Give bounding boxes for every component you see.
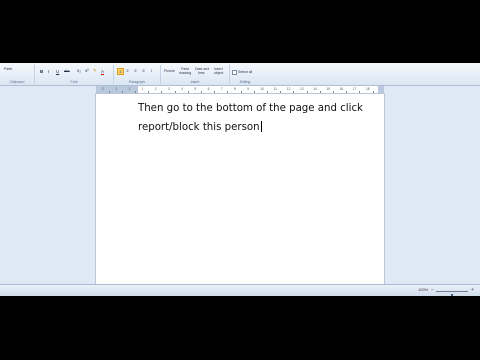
- ruler-tick: [214, 91, 216, 93]
- insert-group-label: Insert: [190, 80, 200, 84]
- wordpad-window: Parth Clipboard B I U abc x₂ x² ✎ A Font…: [0, 63, 480, 296]
- ruler-tick: [332, 91, 334, 93]
- paragraph-group-label: Paragraph: [128, 80, 146, 84]
- ruler-tick: [200, 91, 202, 93]
- ruler-tick: [174, 91, 176, 93]
- ruler-tick: [108, 91, 110, 93]
- ruler-number: 6: [207, 87, 210, 91]
- ruler-tick: [306, 91, 308, 93]
- line-spacing-icon[interactable]: ↕: [149, 68, 154, 73]
- ruler-number: 2: [102, 87, 104, 91]
- ruler-number: 5: [194, 87, 197, 91]
- ruler-tick: [161, 91, 163, 93]
- align-left-icon[interactable]: ≡: [117, 68, 124, 75]
- ruler-tick: [134, 91, 136, 93]
- zoom-slider-thumb[interactable]: [451, 294, 453, 296]
- ruler-number: 9: [247, 87, 249, 91]
- zoom-in-button[interactable]: +: [470, 288, 475, 293]
- ruler-number: 11: [273, 87, 277, 91]
- bold-button[interactable]: B: [40, 69, 43, 74]
- ruler-tick: [266, 91, 268, 93]
- zoom-out-button[interactable]: −: [430, 288, 435, 293]
- document-page[interactable]: Then go to the bottom of the page and cl…: [96, 94, 384, 296]
- ruler-tick: [253, 91, 255, 93]
- ruler-tick: [121, 91, 123, 93]
- ruler-number: 17: [352, 87, 357, 91]
- zoom-slider[interactable]: [436, 291, 468, 296]
- ruler-tick: [148, 91, 150, 93]
- ruler-tick: [293, 91, 295, 93]
- font-color-button[interactable]: A: [101, 69, 105, 75]
- document-line[interactable]: Then go to the bottom of the page and cl…: [138, 102, 363, 116]
- date-time-button-line2[interactable]: time: [198, 71, 205, 75]
- ruler-number: 1: [115, 87, 117, 91]
- ruler-tick: [227, 91, 229, 93]
- paint-drawing-button-line2[interactable]: drawing: [179, 71, 191, 75]
- ruler-tick: [359, 91, 361, 93]
- font-name-box[interactable]: Parth: [4, 67, 12, 71]
- ruler-tick: [187, 91, 189, 93]
- font-group: B I U abc x₂ x² ✎ A Font: [35, 65, 114, 84]
- ruler-tick: [240, 91, 242, 93]
- ruler-number: 8: [234, 87, 236, 91]
- strikethrough-button[interactable]: abc: [64, 69, 70, 74]
- ruler-number: 16: [339, 87, 344, 91]
- ruler-number: 1: [128, 87, 131, 91]
- editing-group: Select all Editing: [230, 65, 260, 84]
- ruler-number: 15: [326, 87, 330, 91]
- insert-object-button-line2[interactable]: object: [214, 71, 223, 75]
- underline-button[interactable]: U: [56, 69, 59, 74]
- ruler-number: 4: [181, 87, 183, 91]
- status-bar: 100% − +: [0, 284, 480, 296]
- clipboard-group-label: Clipboard: [9, 80, 25, 84]
- ruler-number: 7: [220, 87, 223, 91]
- ruler-number: 13: [300, 87, 304, 91]
- ruler-number: 3: [168, 87, 170, 91]
- highlight-icon[interactable]: ✎: [93, 68, 97, 73]
- ruler-number: 1: [141, 87, 144, 91]
- document-line-with-caret[interactable]: report/block this person: [138, 121, 262, 135]
- ruler-number: 18: [366, 87, 370, 91]
- ruler-tick: [319, 91, 321, 93]
- ribbon: Parth Clipboard B I U abc x₂ x² ✎ A Font…: [0, 63, 480, 86]
- clipboard-group: Parth Clipboard: [0, 65, 35, 84]
- ruler-tick: [372, 91, 374, 93]
- superscript-icon[interactable]: x²: [85, 68, 89, 73]
- align-right-icon[interactable]: ≡: [133, 68, 138, 73]
- ruler-tick: [280, 91, 282, 93]
- ruler-number: 2: [154, 87, 157, 91]
- text-cursor: [260, 121, 262, 132]
- italic-button[interactable]: I: [48, 69, 49, 74]
- ruler[interactable]: 2 1 1 1 2 3 4 5 6 7 8 9 10 11 12 13 14 15 16 17 18: [96, 86, 384, 94]
- ruler-number: 14: [313, 87, 317, 91]
- select-all-button[interactable]: Select all: [238, 70, 252, 74]
- insert-group: Picture Paint drawing Date and time Inse…: [161, 65, 230, 84]
- document-line-text[interactable]: report/block this person: [138, 122, 260, 133]
- ruler-number: 12: [286, 87, 291, 91]
- zoom-level: 100%: [418, 287, 429, 292]
- editing-group-label: Editing: [239, 80, 251, 84]
- ruler-number: 10: [260, 87, 264, 91]
- select-all-icon: [232, 70, 237, 75]
- picture-button[interactable]: Picture: [164, 69, 175, 73]
- ruler-right-margin: [378, 86, 384, 93]
- paragraph-group: ≡ ≡ ≡ ≡ ↕ Paragraph: [114, 65, 161, 84]
- ruler-tick: [346, 91, 348, 93]
- font-group-label: Font: [70, 80, 78, 84]
- subscript-icon[interactable]: x₂: [77, 68, 81, 73]
- align-center-icon[interactable]: ≡: [125, 68, 130, 73]
- justify-icon[interactable]: ≡: [141, 68, 146, 73]
